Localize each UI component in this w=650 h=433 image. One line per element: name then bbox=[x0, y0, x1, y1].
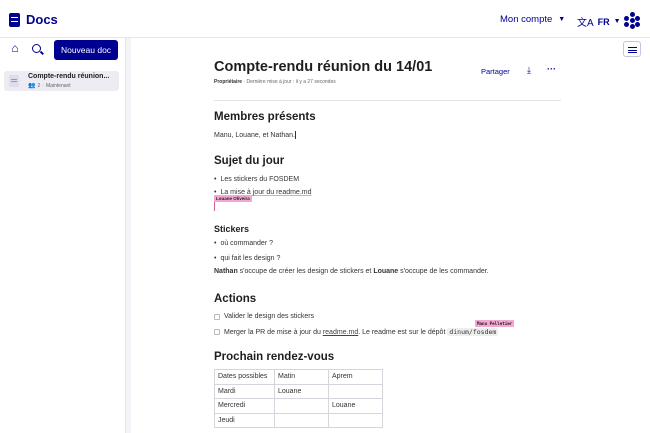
table-cell[interactable] bbox=[328, 383, 383, 399]
more-options-icon[interactable]: ··· bbox=[547, 64, 556, 74]
docs-logo-icon bbox=[9, 12, 20, 27]
action-text-part: . Le readme est sur le dépôt bbox=[358, 329, 448, 336]
repo-code: dinum/fosdem bbox=[447, 328, 499, 336]
collaborator-cursor-label: Louane Oliveira bbox=[214, 195, 252, 202]
stickers-item[interactable]: qui fait les design ? bbox=[214, 255, 280, 262]
document-meta: Propriétaire · Dernière mise à jour : il… bbox=[214, 79, 336, 85]
share-button[interactable]: Partager bbox=[481, 67, 510, 76]
table-header-cell[interactable]: Dates possibles bbox=[214, 369, 275, 385]
table-cell[interactable]: Louane bbox=[328, 398, 383, 414]
stickers-item[interactable]: où commander ? bbox=[214, 240, 273, 247]
sidebar-doc-title: Compte-rendu réunion... bbox=[28, 73, 110, 80]
download-icon[interactable]: ⤓ bbox=[527, 65, 531, 76]
editor-area: Compte-rendu réunion du 14/01 Propriétai… bbox=[131, 38, 650, 433]
language-label: FR bbox=[597, 16, 610, 27]
table-cell[interactable] bbox=[274, 412, 329, 428]
collaborator-cursor-label: Manu Pelletier bbox=[475, 320, 515, 327]
text-cursor bbox=[294, 131, 296, 139]
members-text-content: Manu, Louane, et Nathan. bbox=[214, 131, 295, 139]
checkbox[interactable] bbox=[214, 313, 220, 320]
table-cell[interactable]: Louane bbox=[274, 383, 329, 399]
sidebar-tools: ⌂ bbox=[8, 41, 41, 55]
caret-down-icon: ▼ bbox=[613, 18, 621, 25]
schedule-table: Dates possibles Matin Aprem Mardi Louane… bbox=[214, 369, 383, 428]
account-menu[interactable]: Mon compte ▼ bbox=[500, 14, 565, 25]
stickers-note[interactable]: Nathan s'occupe de créer les design de s… bbox=[214, 268, 489, 275]
separator-dot: · bbox=[42, 82, 44, 89]
heading-subject[interactable]: Sujet du jour bbox=[214, 155, 284, 167]
heading-members[interactable]: Membres présents bbox=[214, 111, 316, 123]
language-selector[interactable]: 文A FR ▼ bbox=[577, 14, 621, 30]
document-title[interactable]: Compte-rendu réunion du 14/01 bbox=[214, 59, 432, 75]
updated-meta: · Dernière mise à jour : il y a 27 secon… bbox=[242, 79, 336, 85]
home-icon[interactable]: ⌂ bbox=[8, 41, 22, 55]
divider bbox=[214, 100, 561, 101]
sidebar: ⌂ Nouveau doc Compte-rendu réunion... 👥 … bbox=[0, 38, 126, 433]
collaborator-cursor bbox=[214, 202, 215, 211]
action-text-part: Merger la PR de mise à jour du bbox=[224, 329, 323, 336]
heading-actions[interactable]: Actions bbox=[214, 293, 256, 305]
app-name: Docs bbox=[26, 12, 58, 27]
member-count: 2 bbox=[37, 82, 41, 89]
new-doc-button[interactable]: Nouveau doc bbox=[54, 40, 118, 60]
table-row: Dates possibles Matin Aprem bbox=[214, 369, 383, 385]
members-text[interactable]: Manu, Louane, et Nathan. bbox=[214, 131, 296, 139]
top-header: Docs Mon compte ▼ 文A FR ▼ bbox=[0, 0, 650, 38]
search-icon[interactable] bbox=[32, 43, 41, 53]
caret-down-icon: ▼ bbox=[558, 16, 566, 23]
sidebar-doc-meta: 👥 2 · Maintenant bbox=[28, 82, 71, 90]
table-row: Mercredi Louane bbox=[214, 398, 383, 414]
sidebar-doc-item[interactable]: Compte-rendu réunion... 👥 2 · Maintenant bbox=[4, 71, 119, 91]
action-text[interactable]: Merger la PR de mise à jour du readme.md… bbox=[224, 328, 499, 336]
table-cell[interactable]: Mardi bbox=[214, 383, 275, 399]
note-text: s'occupe de créer les design de stickers… bbox=[237, 268, 374, 275]
translate-icon: 文A bbox=[577, 18, 594, 29]
account-label: Mon compte bbox=[500, 14, 553, 25]
document-icon bbox=[9, 75, 19, 87]
note-text: s'occupe de les commander. bbox=[398, 268, 489, 275]
table-cell[interactable] bbox=[274, 398, 329, 414]
action-item: Valider le design des stickers bbox=[214, 313, 314, 320]
name-bold: Nathan bbox=[214, 268, 238, 275]
checkbox[interactable] bbox=[214, 329, 220, 335]
table-of-contents-button[interactable] bbox=[623, 41, 641, 57]
table-header-cell[interactable]: Aprem bbox=[328, 369, 383, 385]
brand[interactable]: Docs bbox=[9, 12, 58, 27]
table-header-cell[interactable]: Matin bbox=[274, 369, 329, 385]
action-text[interactable]: Valider le design des stickers bbox=[224, 313, 314, 320]
table-cell[interactable] bbox=[328, 412, 383, 428]
heading-stickers[interactable]: Stickers bbox=[214, 224, 249, 234]
apps-grid-icon[interactable] bbox=[624, 12, 640, 29]
action-item: Merger la PR de mise à jour du readme.md… bbox=[214, 328, 499, 336]
table-cell[interactable]: Mercredi bbox=[214, 398, 275, 414]
table-row: Mardi Louane bbox=[214, 383, 383, 399]
table-cell[interactable]: Jeudi bbox=[214, 412, 275, 428]
name-bold: Louane bbox=[373, 268, 399, 275]
updated-label: Maintenant bbox=[45, 82, 71, 89]
users-icon: 👥 bbox=[28, 83, 36, 89]
role-label: Propriétaire bbox=[214, 79, 243, 85]
table-row: Jeudi bbox=[214, 412, 383, 428]
heading-next-meeting[interactable]: Prochain rendez-vous bbox=[214, 351, 334, 363]
readme-link[interactable]: readme.md bbox=[323, 329, 358, 336]
subject-item[interactable]: Les stickers du FOSDEM bbox=[214, 176, 299, 183]
